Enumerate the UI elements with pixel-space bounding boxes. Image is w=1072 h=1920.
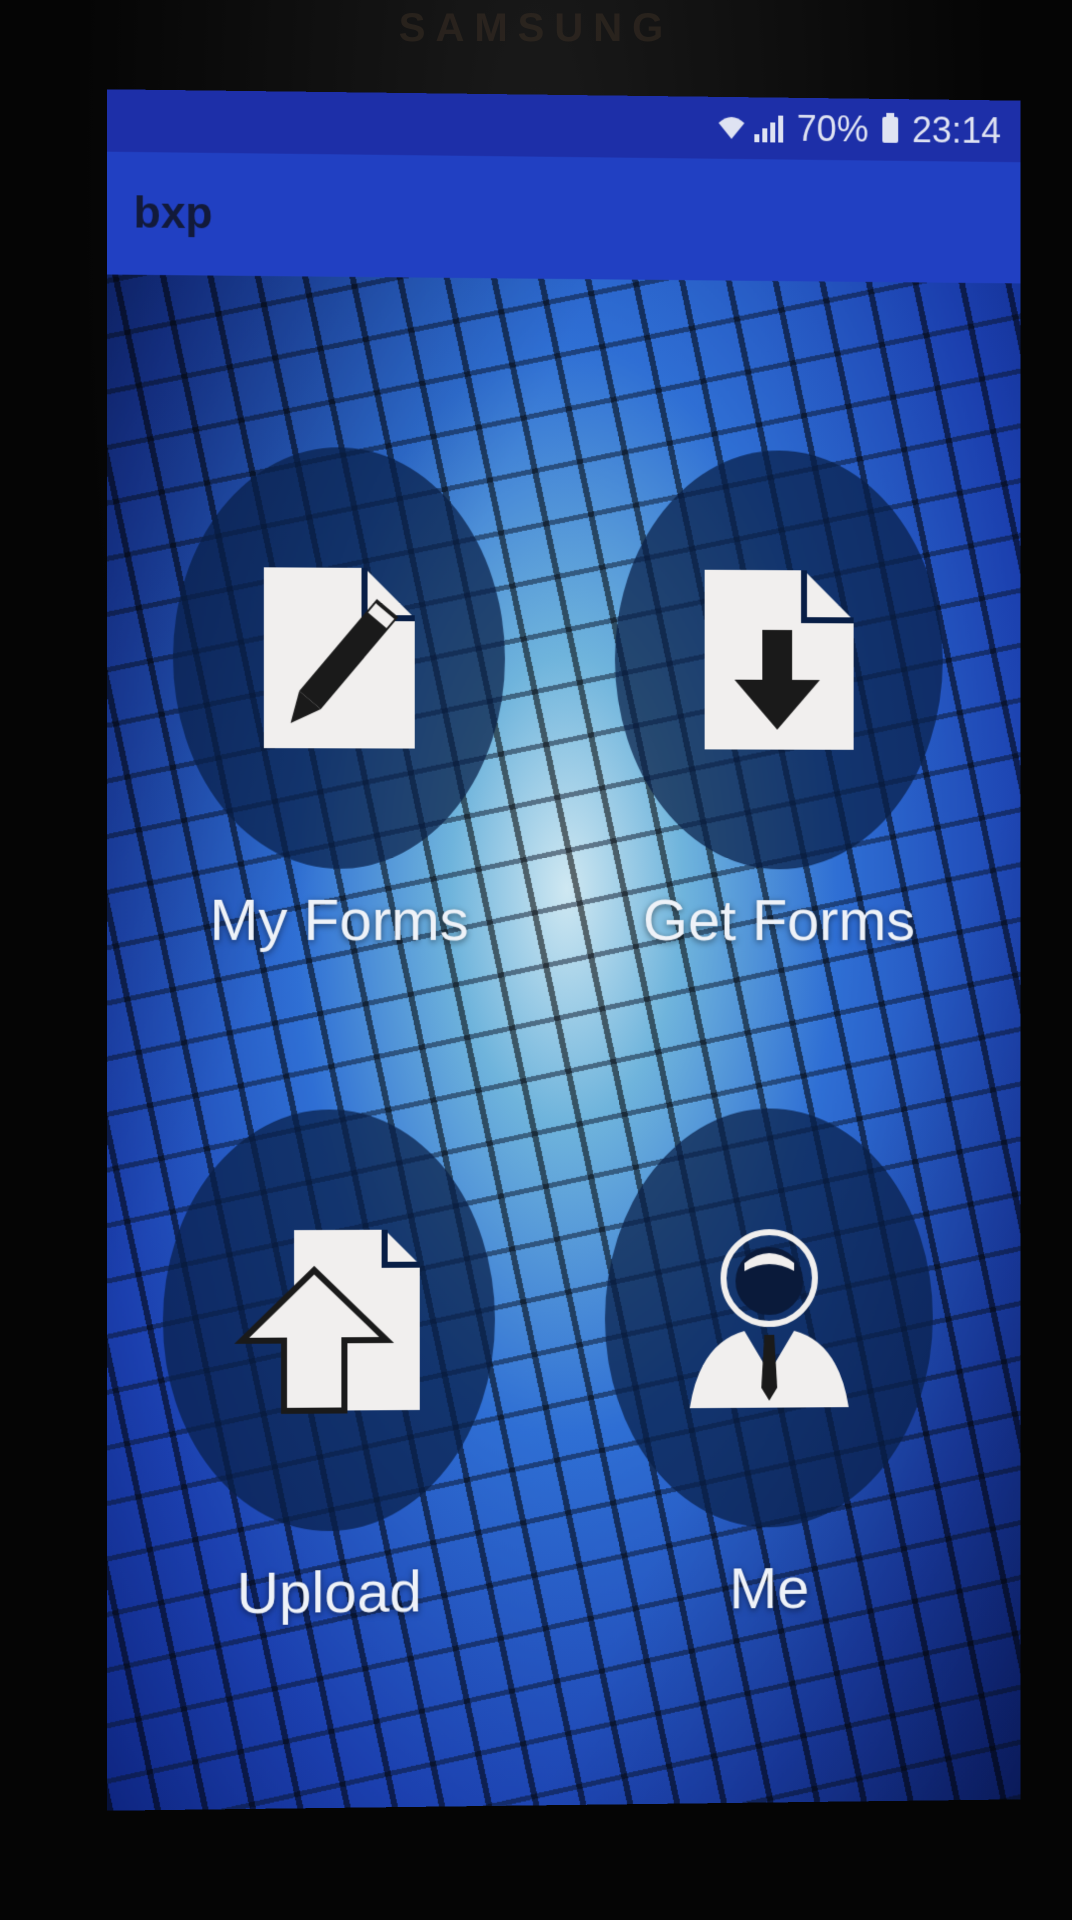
status-bar: 70% 23:14	[107, 89, 1021, 163]
get-forms-tile[interactable]: Get Forms	[590, 449, 967, 954]
my-forms-button[interactable]	[172, 446, 505, 869]
battery-percent: 70%	[796, 107, 869, 150]
wifi-icon	[718, 116, 745, 140]
app-title: bxp	[133, 188, 213, 239]
status-icons	[716, 113, 784, 144]
get-forms-label: Get Forms	[642, 888, 915, 953]
main-content: My Forms Get Forms Upload Me	[107, 274, 1021, 1811]
app-bar: bxp	[107, 151, 1021, 284]
device-brand-text: SAMSUNG	[398, 6, 674, 50]
me-label: Me	[729, 1555, 810, 1622]
download-document-icon	[704, 560, 864, 750]
edit-document-icon	[263, 557, 425, 749]
get-forms-button[interactable]	[614, 449, 943, 870]
battery-icon	[882, 116, 899, 143]
me-tile[interactable]: Me	[580, 1108, 958, 1624]
app-screen: 70% 23:14 bxp My Forms Get Forms Upload …	[107, 89, 1021, 1811]
my-forms-label: My Forms	[209, 887, 469, 954]
user-profile-icon	[689, 1223, 849, 1409]
me-button[interactable]	[604, 1108, 933, 1529]
signal-icon	[754, 114, 784, 143]
upload-tile[interactable]: Upload	[138, 1109, 520, 1628]
upload-document-icon	[234, 1220, 425, 1422]
upload-button[interactable]	[162, 1109, 495, 1533]
my-forms-tile[interactable]: My Forms	[148, 446, 530, 954]
status-time: 23:14	[911, 109, 1001, 152]
phone-frame: SAMSUNG 70% 23:14 bxp My Forms Get Forms…	[0, 0, 1072, 1920]
upload-label: Upload	[236, 1559, 422, 1627]
